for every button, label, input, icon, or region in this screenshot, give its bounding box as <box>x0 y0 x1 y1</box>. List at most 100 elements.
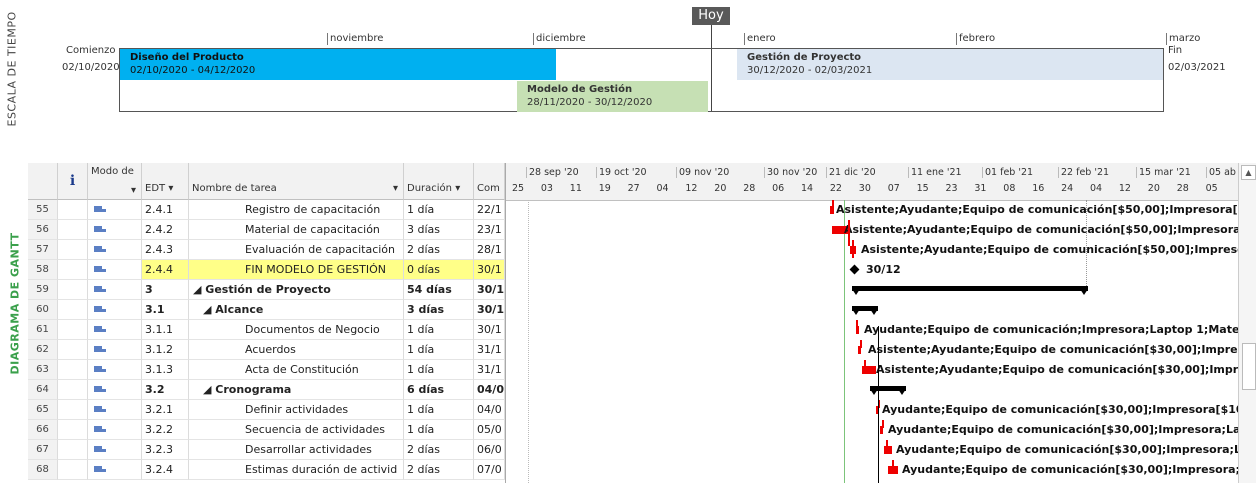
row-number[interactable]: 64 <box>28 380 58 400</box>
task-mode-cell[interactable] <box>88 260 142 280</box>
task-mode-cell[interactable] <box>88 220 142 240</box>
table-row[interactable]: 63 3.1.3 Acta de Constitución 1 día 31/1 <box>28 360 505 380</box>
wbs-cell[interactable]: 2.4.4 <box>142 260 189 280</box>
wbs-cell[interactable]: 3.1.3 <box>142 360 189 380</box>
task-name-cell[interactable]: ◢ Alcance <box>189 300 404 320</box>
wbs-cell[interactable]: 3.2.3 <box>142 440 189 460</box>
chevron-down-icon[interactable]: ▾ <box>168 183 173 194</box>
duration-cell[interactable]: 1 día <box>404 360 474 380</box>
start-cell[interactable]: 30/1 <box>474 300 505 320</box>
task-mode-cell[interactable] <box>88 280 142 300</box>
timeline-bar-modelo[interactable]: Modelo de Gestión 28/11/2020 - 30/12/202… <box>517 81 708 112</box>
timeline-view[interactable]: ESCALA DE TIEMPO Hoy noviembre diciembre… <box>0 0 1256 150</box>
duration-cell[interactable]: 3 días <box>404 220 474 240</box>
row-number[interactable]: 58 <box>28 260 58 280</box>
wbs-cell[interactable]: 3.2 <box>142 380 189 400</box>
start-cell[interactable]: 23/1 <box>474 220 505 240</box>
wbs-cell[interactable]: 2.4.1 <box>142 200 189 220</box>
task-mode-cell[interactable] <box>88 320 142 340</box>
row-number[interactable]: 56 <box>28 220 58 240</box>
task-name-cell[interactable]: Material de capacitación <box>189 220 404 240</box>
table-row[interactable]: 62 3.1.2 Acuerdos 1 día 31/1 <box>28 340 505 360</box>
task-name-cell[interactable]: ◢ Gestión de Proyecto <box>189 280 404 300</box>
mode-column-header[interactable]: Modo de ▾ <box>88 163 142 200</box>
table-row[interactable]: 64 3.2 ◢ Cronograma 6 días 04/0 <box>28 380 505 400</box>
duration-cell[interactable]: 1 día <box>404 320 474 340</box>
task-mode-cell[interactable] <box>88 460 142 480</box>
table-row[interactable]: 58 2.4.4 FIN MODELO DE GESTIÓN 0 días 30/1 <box>28 260 505 280</box>
start-cell[interactable]: 31/1 <box>474 340 505 360</box>
task-name-cell[interactable]: Registro de capacitación <box>189 200 404 220</box>
start-cell[interactable]: 06/0 <box>474 440 505 460</box>
start-cell[interactable]: 22/1 <box>474 200 505 220</box>
task-mode-cell[interactable] <box>88 340 142 360</box>
wbs-column-header[interactable]: EDT ▾ <box>142 163 189 200</box>
table-row[interactable]: 67 3.2.3 Desarrollar actividades 2 días 06/0 <box>28 440 505 460</box>
start-cell[interactable]: 30/1 <box>474 280 505 300</box>
duration-cell[interactable]: 54 días <box>404 280 474 300</box>
duration-cell[interactable]: 3 días <box>404 300 474 320</box>
task-name-cell[interactable]: FIN MODELO DE GESTIÓN <box>189 260 404 280</box>
task-name-cell[interactable]: Desarrollar actividades <box>189 440 404 460</box>
timeline-bar-gestion[interactable]: Gestión de Proyecto 30/12/2020 - 02/03/2… <box>737 49 1163 80</box>
duration-column-header[interactable]: Duración ▾ <box>404 163 474 200</box>
task-name-cell[interactable]: Documentos de Negocio <box>189 320 404 340</box>
start-cell[interactable]: 04/0 <box>474 400 505 420</box>
start-cell[interactable]: 07/0 <box>474 460 505 480</box>
start-cell[interactable]: 31/1 <box>474 360 505 380</box>
wbs-cell[interactable]: 3.2.1 <box>142 400 189 420</box>
duration-cell[interactable]: 1 día <box>404 420 474 440</box>
duration-cell[interactable]: 1 día <box>404 340 474 360</box>
start-cell[interactable]: 05/0 <box>474 420 505 440</box>
task-table[interactable]: ℹ Modo de ▾ EDT ▾ Nombre de tarea ▾ Duraci… <box>28 163 505 483</box>
duration-cell[interactable]: 6 días <box>404 380 474 400</box>
table-row[interactable]: 59 3 ◢ Gestión de Proyecto 54 días 30/1 <box>28 280 505 300</box>
chevron-down-icon[interactable]: ▾ <box>455 183 460 194</box>
start-column-header[interactable]: Com <box>474 163 505 200</box>
table-row[interactable]: 60 3.1 ◢ Alcance 3 días 30/1 <box>28 300 505 320</box>
task-mode-cell[interactable] <box>88 380 142 400</box>
wbs-cell[interactable]: 3.2.4 <box>142 460 189 480</box>
row-number[interactable]: 65 <box>28 400 58 420</box>
table-row[interactable]: 61 3.1.1 Documentos de Negocio 1 día 30/1 <box>28 320 505 340</box>
task-name-cell[interactable]: ◢ Cronograma <box>189 380 404 400</box>
row-number[interactable]: 66 <box>28 420 58 440</box>
task-name-cell[interactable]: Estimas duración de activid <box>189 460 404 480</box>
wbs-cell[interactable]: 2.4.3 <box>142 240 189 260</box>
task-mode-cell[interactable] <box>88 440 142 460</box>
task-name-cell[interactable]: Definir actividades <box>189 400 404 420</box>
start-cell[interactable]: 30/1 <box>474 320 505 340</box>
row-number[interactable]: 60 <box>28 300 58 320</box>
task-name-cell[interactable]: Acuerdos <box>189 340 404 360</box>
task-mode-cell[interactable] <box>88 420 142 440</box>
wbs-cell[interactable]: 3 <box>142 280 189 300</box>
task-mode-cell[interactable] <box>88 200 142 220</box>
row-number[interactable]: 63 <box>28 360 58 380</box>
scroll-up-arrow-icon[interactable]: ▲ <box>1241 165 1256 180</box>
duration-cell[interactable]: 2 días <box>404 440 474 460</box>
chevron-down-icon[interactable]: ▾ <box>131 185 136 196</box>
task-name-cell[interactable]: Secuencia de actividades <box>189 420 404 440</box>
duration-cell[interactable]: 2 días <box>404 240 474 260</box>
table-row[interactable]: 57 2.4.3 Evaluación de capacitación 2 días 2… <box>28 240 505 260</box>
task-name-cell[interactable]: Acta de Constitución <box>189 360 404 380</box>
table-row[interactable]: 56 2.4.2 Material de capacitación 3 días 23/… <box>28 220 505 240</box>
table-row[interactable]: 55 2.4.1 Registro de capacitación 1 día 22/1 <box>28 200 505 220</box>
duration-cell[interactable]: 1 día <box>404 200 474 220</box>
wbs-cell[interactable]: 2.4.2 <box>142 220 189 240</box>
start-cell[interactable]: 04/0 <box>474 380 505 400</box>
wbs-cell[interactable]: 3.1.1 <box>142 320 189 340</box>
task-mode-cell[interactable] <box>88 240 142 260</box>
row-number[interactable]: 68 <box>28 460 58 480</box>
row-number[interactable]: 55 <box>28 200 58 220</box>
wbs-cell[interactable]: 3.1 <box>142 300 189 320</box>
start-cell[interactable]: 28/1 <box>474 240 505 260</box>
task-mode-cell[interactable] <box>88 400 142 420</box>
name-column-header[interactable]: Nombre de tarea ▾ <box>189 163 404 200</box>
duration-cell[interactable]: 2 días <box>404 460 474 480</box>
task-mode-cell[interactable] <box>88 360 142 380</box>
start-cell[interactable]: 30/1 <box>474 260 505 280</box>
task-mode-cell[interactable] <box>88 300 142 320</box>
vertical-scrollbar[interactable]: ▲ <box>1238 163 1256 483</box>
row-number[interactable]: 62 <box>28 340 58 360</box>
